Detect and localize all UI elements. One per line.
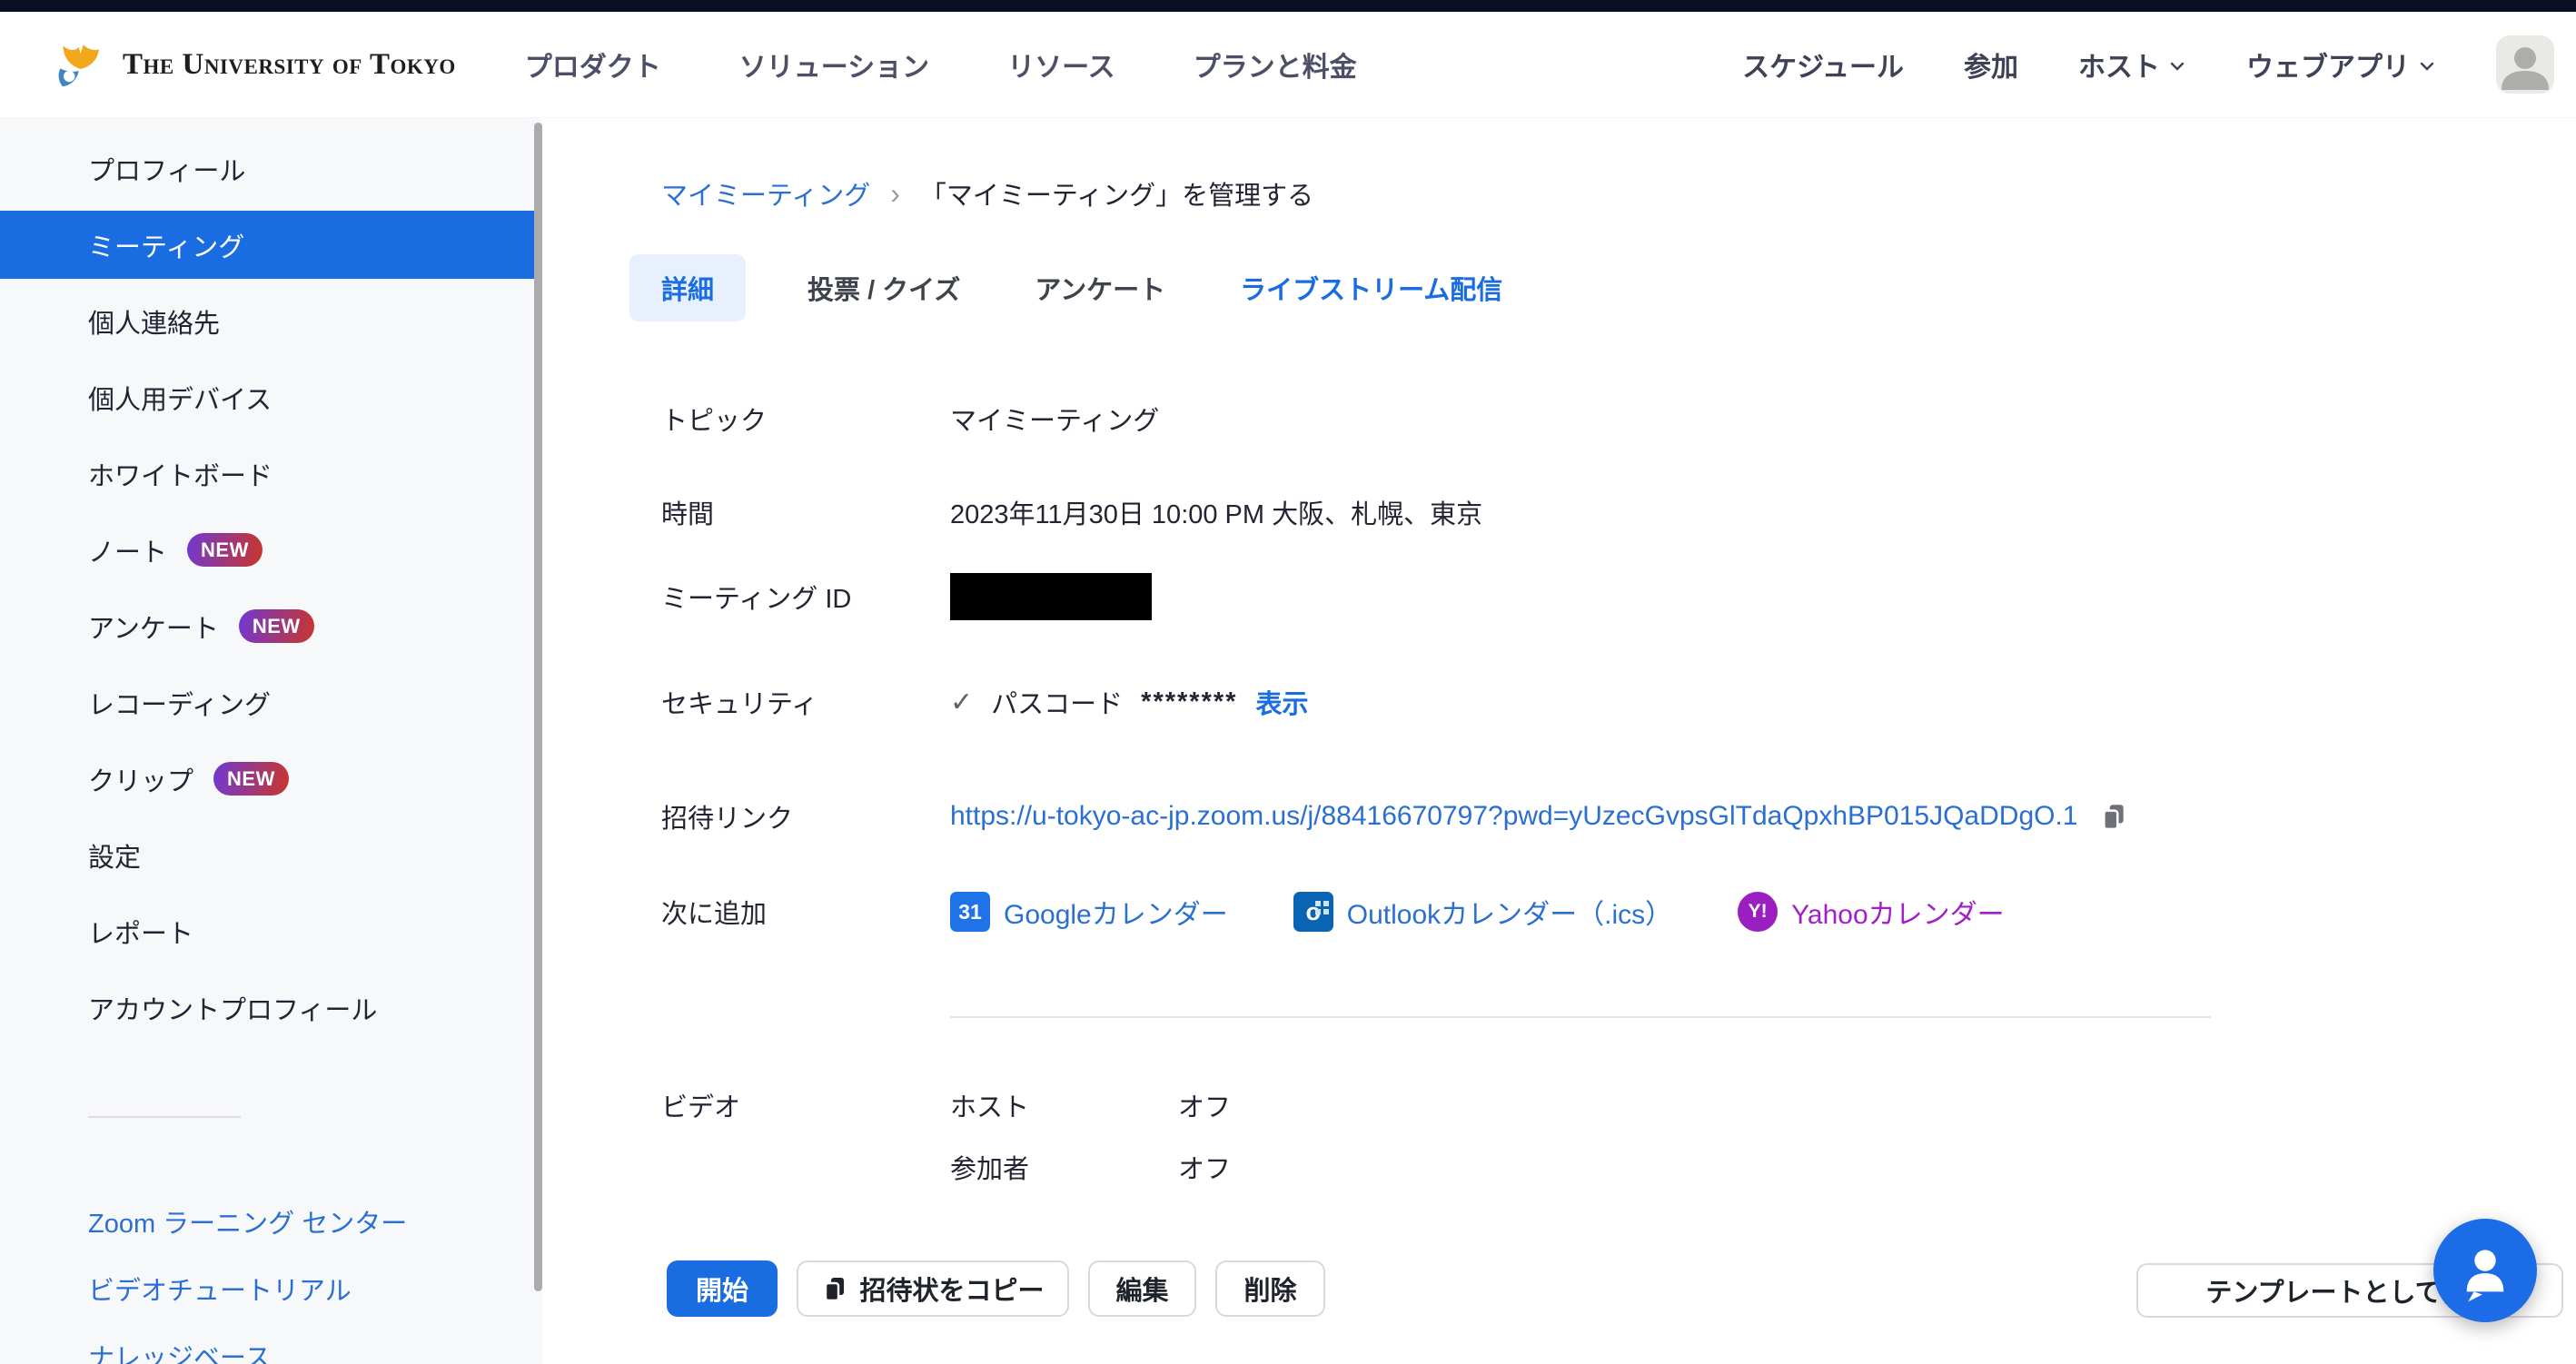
time-label: 時間 — [661, 493, 950, 531]
video-participant-label: 参加者 — [950, 1148, 1178, 1186]
sidebar: プロフィール ミーティング 個人連絡先 個人用デバイス ホワイトボード ノート … — [0, 118, 542, 1364]
schedule-link[interactable]: スケジュール — [1742, 44, 1904, 84]
header-actions: スケジュール 参加 ホスト ウェブアプリ — [1742, 35, 2554, 94]
sidebar-divider — [88, 1116, 241, 1118]
nav-resources[interactable]: リソース — [1007, 44, 1115, 84]
sidebar-item-meetings[interactable]: ミーティング — [0, 211, 542, 279]
start-button[interactable]: 開始 — [667, 1260, 778, 1317]
invite-link-row: 招待リンク https://u-tokyo-ac-jp.zoom.us/j/88… — [661, 797, 2128, 835]
user-avatar[interactable] — [2496, 35, 2554, 94]
breadcrumb-my-meetings-link[interactable]: マイミーティング — [661, 174, 870, 213]
sidebar-item-reports[interactable]: レポート — [0, 897, 542, 965]
video-participant-value: オフ — [1178, 1148, 1231, 1186]
tab-surveys[interactable]: アンケート — [1022, 254, 1178, 321]
host-menu[interactable]: ホスト — [2078, 44, 2186, 84]
check-icon: ✓ — [950, 687, 973, 718]
delete-button[interactable]: 削除 — [1215, 1260, 1325, 1317]
video-host-label: ホスト — [950, 1086, 1178, 1124]
copy-icon[interactable] — [2099, 802, 2128, 831]
meeting-id-row: ミーティング ID — [661, 572, 1152, 621]
video-row: ビデオ ホスト オフ 参加者 オフ — [661, 1086, 1231, 1210]
invite-label: 招待リンク — [661, 797, 950, 835]
video-label: ビデオ — [661, 1086, 950, 1124]
passcode-label: パスコード — [991, 683, 1123, 721]
security-label: セキュリティ — [661, 683, 950, 721]
sidebar-scrollbar[interactable] — [534, 123, 542, 1291]
nav-solutions[interactable]: ソリューション — [739, 44, 929, 84]
video-participant-row: 参加者 オフ — [950, 1148, 1231, 1186]
main-nav: プロダクト ソリューション リソース プランと料金 — [525, 44, 1357, 84]
sidebar-item-whiteboard[interactable]: ホワイトボード — [0, 440, 542, 508]
video-tutorials-link[interactable]: ビデオチュートリアル — [0, 1255, 542, 1322]
knowledge-base-link[interactable]: ナレッジベース — [0, 1322, 542, 1364]
passcode-masked: ******** — [1141, 687, 1237, 717]
sidebar-item-settings[interactable]: 設定 — [0, 821, 542, 889]
footer-buttons: 開始 招待状をコピー 編集 削除 — [667, 1260, 1325, 1317]
support-chat-button[interactable] — [2433, 1219, 2537, 1322]
outlook-calendar-icon: o — [1293, 892, 1333, 932]
meeting-id-redacted — [950, 573, 1152, 620]
person-icon — [2496, 35, 2554, 94]
google-calendar-icon: 31 — [950, 892, 990, 932]
learning-center-link[interactable]: Zoom ラーニング センター — [0, 1188, 542, 1255]
top-strip — [0, 0, 2576, 12]
breadcrumb-current: 「マイミーティング」を管理する — [920, 174, 1313, 213]
sidebar-item-contacts[interactable]: 個人連絡先 — [0, 287, 542, 355]
show-passcode-link[interactable]: 表示 — [1255, 683, 1308, 721]
sidebar-item-devices[interactable]: 個人用デバイス — [0, 363, 542, 431]
section-divider — [950, 1016, 2211, 1018]
outlook-calendar-link[interactable]: o Outlookカレンダー（.ics） — [1293, 892, 1672, 932]
sidebar-item-account-profile[interactable]: アカウントプロフィール — [0, 974, 542, 1042]
video-host-row: ホスト オフ — [950, 1086, 1231, 1124]
edit-button[interactable]: 編集 — [1088, 1260, 1196, 1317]
utokyo-logo[interactable]: The University of Tokyo — [50, 36, 456, 93]
tab-polls-quizzes[interactable]: 投票 / クイズ — [795, 254, 973, 321]
sidebar-item-profile[interactable]: プロフィール — [0, 134, 542, 203]
nav-plans-pricing[interactable]: プランと料金 — [1194, 44, 1357, 84]
meeting-id-label: ミーティング ID — [661, 578, 950, 616]
join-link[interactable]: 参加 — [1964, 44, 2018, 84]
new-badge: NEW — [213, 762, 289, 796]
header: The University of Tokyo プロダクト ソリューション リソ… — [0, 12, 2576, 118]
new-badge: NEW — [187, 533, 263, 567]
topic-label: トピック — [661, 400, 950, 438]
sidebar-item-recordings[interactable]: レコーディング — [0, 668, 542, 736]
meeting-detail-content: マイミーティング › 「マイミーティング」を管理する 詳細 投票 / クイズ ア… — [542, 118, 2576, 1364]
tab-livestream[interactable]: ライブストリーム配信 — [1227, 254, 1515, 321]
support-person-bubble-icon — [2450, 1235, 2521, 1306]
time-row: 時間 2023年11月30日 10:00 PM 大阪、札幌、東京 — [661, 493, 1482, 531]
chevron-down-icon — [2168, 57, 2186, 75]
yahoo-calendar-link[interactable]: Y! Yahooカレンダー — [1738, 892, 2005, 932]
tab-bar: 詳細 投票 / クイズ アンケート ライブストリーム配信 — [629, 254, 1515, 321]
security-row: セキュリティ ✓ パスコード ******** 表示 — [661, 683, 1308, 721]
topic-value: マイミーティング — [950, 400, 1159, 438]
breadcrumb: マイミーティング › 「マイミーティング」を管理する — [661, 174, 1313, 213]
sidebar-item-surveys[interactable]: アンケート NEW — [0, 592, 542, 660]
logo-text: The University of Tokyo — [123, 48, 456, 82]
webapp-menu[interactable]: ウェブアプリ — [2246, 44, 2436, 84]
new-badge: NEW — [239, 609, 314, 643]
sidebar-item-clips[interactable]: クリップ NEW — [0, 745, 542, 813]
chevron-down-icon — [2418, 57, 2436, 75]
topic-row: トピック マイミーティング — [661, 400, 1159, 438]
copy-invitation-button[interactable]: 招待状をコピー — [797, 1260, 1069, 1317]
copy-icon — [821, 1275, 848, 1302]
add-to-label: 次に追加 — [661, 893, 950, 931]
breadcrumb-separator: › — [890, 177, 900, 211]
video-host-value: オフ — [1178, 1086, 1231, 1124]
time-value: 2023年11月30日 10:00 PM 大阪、札幌、東京 — [950, 493, 1482, 531]
nav-products[interactable]: プロダクト — [525, 44, 661, 84]
invite-url-link[interactable]: https://u-tokyo-ac-jp.zoom.us/j/88416670… — [950, 801, 2077, 832]
ginkgo-leaf-icon — [50, 36, 110, 93]
sidebar-item-notes[interactable]: ノート NEW — [0, 516, 542, 584]
sidebar-footer-links: Zoom ラーニング センター ビデオチュートリアル ナレッジベース — [0, 1188, 542, 1364]
google-calendar-link[interactable]: 31 Googleカレンダー — [950, 892, 1228, 932]
add-to-row: 次に追加 31 Googleカレンダー o Outlookカレンダー（.ics）… — [661, 892, 2005, 932]
tab-details[interactable]: 詳細 — [629, 254, 746, 321]
yahoo-calendar-icon: Y! — [1738, 892, 1778, 932]
zoom-web-portal: The University of Tokyo プロダクト ソリューション リソ… — [0, 0, 2576, 1364]
